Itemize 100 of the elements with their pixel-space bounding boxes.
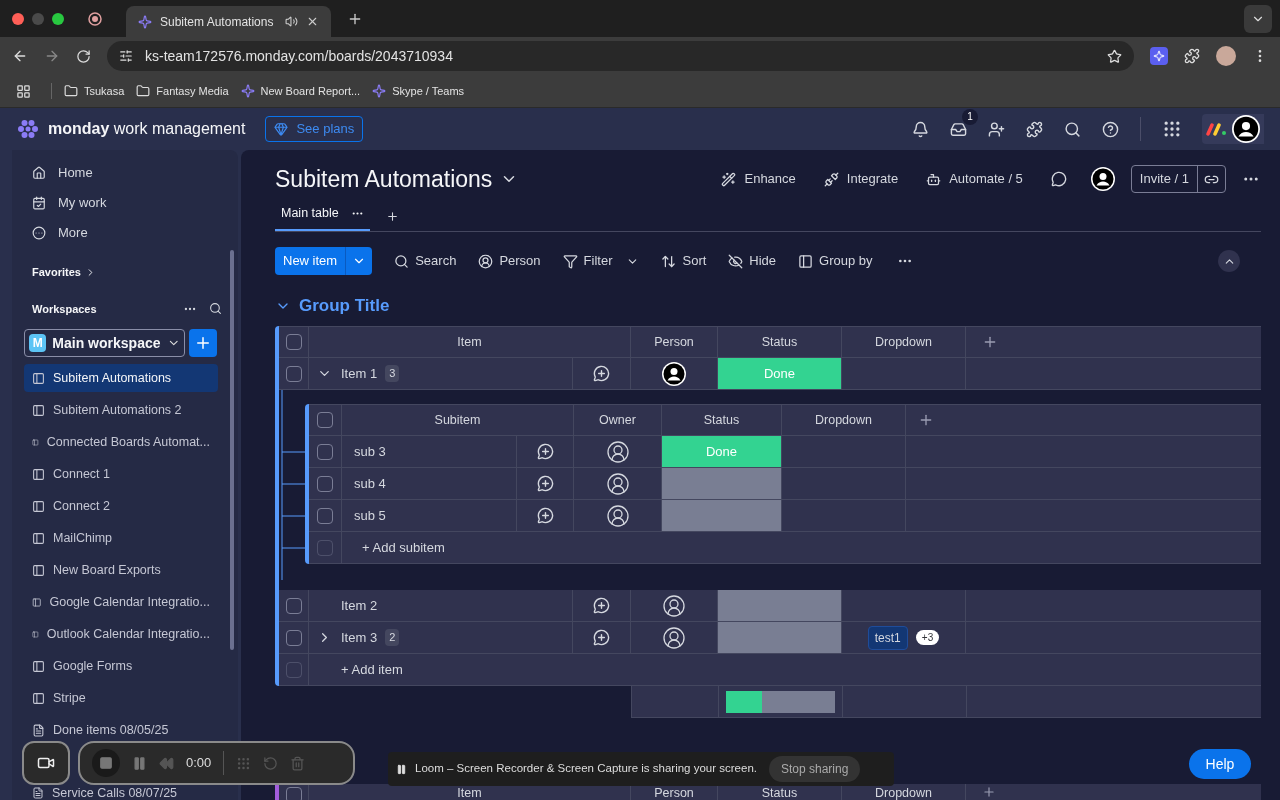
- add-update-icon[interactable]: [593, 629, 610, 646]
- dots-grid-icon[interactable]: [236, 755, 252, 771]
- toolbar-button[interactable]: Search: [394, 251, 457, 271]
- status-cell[interactable]: [718, 622, 841, 653]
- folder-icon[interactable]: [136, 84, 151, 98]
- add-update-icon[interactable]: [536, 475, 554, 492]
- add-update-icon[interactable]: [536, 507, 554, 524]
- tab-search-button[interactable]: [1244, 4, 1272, 33]
- subitem-name[interactable]: sub 3: [354, 441, 386, 462]
- favorites-header[interactable]: Favorites: [32, 264, 81, 281]
- view-tab[interactable]: Main table: [275, 204, 370, 231]
- row-checkbox[interactable]: [317, 443, 333, 460]
- board-item[interactable]: Connected Boards Automat...: [24, 428, 218, 456]
- add-subitem-field[interactable]: + Add subitem: [342, 532, 445, 563]
- add-update-icon[interactable]: [536, 443, 554, 460]
- person-icon[interactable]: [605, 503, 630, 528]
- nav-item[interactable]: More: [58, 223, 88, 243]
- board-item[interactable]: Subitem Automations: [24, 364, 218, 392]
- item-name[interactable]: Item 3: [341, 627, 378, 648]
- site-settings-icon[interactable]: [119, 49, 133, 63]
- board-item[interactable]: Service Calls 08/07/25: [52, 786, 178, 800]
- toolbar-button[interactable]: Person: [478, 251, 541, 271]
- comment-icon[interactable]: [1050, 171, 1067, 187]
- see-plans-button[interactable]: See plans: [265, 116, 364, 142]
- nav-item[interactable]: My work: [58, 193, 107, 213]
- close-window-icon[interactable]: [12, 12, 24, 25]
- row-checkbox[interactable]: [285, 787, 302, 800]
- extension-icon[interactable]: [1150, 47, 1168, 65]
- workspace-selector[interactable]: M Main workspace: [24, 329, 185, 357]
- person-icon[interactable]: [605, 471, 630, 496]
- row-checkbox[interactable]: [285, 629, 302, 646]
- status-cell[interactable]: [662, 500, 781, 531]
- add-column-icon[interactable]: [982, 334, 998, 350]
- board-item[interactable]: Subitem Automations 2: [24, 396, 218, 424]
- stop-recording-button[interactable]: [92, 749, 120, 777]
- nav-item[interactable]: Home: [58, 163, 93, 183]
- row-checkbox[interactable]: [285, 597, 302, 614]
- site-icon[interactable]: [372, 84, 387, 98]
- row-checkbox[interactable]: [317, 475, 333, 492]
- board-item[interactable]: Done items 08/05/25: [24, 716, 218, 744]
- group-title[interactable]: Group Title: [299, 293, 390, 319]
- board-item[interactable]: Outlook Calendar Integratio...: [24, 620, 218, 648]
- board-item[interactable]: MailChimp: [24, 524, 218, 552]
- status-cell[interactable]: [718, 590, 841, 621]
- notifications-icon[interactable]: [912, 120, 929, 138]
- header-action-button[interactable]: Automate / 5: [926, 169, 1023, 189]
- forward-icon[interactable]: [44, 48, 60, 64]
- inbox-icon[interactable]: [950, 120, 967, 138]
- row-checkbox[interactable]: [285, 334, 302, 350]
- add-view-icon[interactable]: [385, 210, 399, 223]
- board-title[interactable]: Subitem Automations: [275, 161, 493, 197]
- toolbar-button[interactable]: Filter: [562, 251, 640, 271]
- status-cell[interactable]: [662, 468, 781, 499]
- bookmark[interactable]: Tsukasa: [84, 82, 125, 100]
- board-item[interactable]: New Board Exports: [24, 556, 218, 584]
- row-checkbox[interactable]: [317, 507, 333, 524]
- person-icon[interactable]: [662, 625, 686, 650]
- add-column-icon[interactable]: [982, 785, 996, 799]
- help-icon[interactable]: [1102, 120, 1119, 138]
- more-tags-badge[interactable]: +3: [915, 630, 940, 645]
- camera-button[interactable]: [22, 741, 70, 785]
- bookmark[interactable]: Fantasy Media: [156, 82, 229, 100]
- bookmark[interactable]: New Board Report...: [260, 82, 361, 100]
- item-name[interactable]: Item 2: [341, 595, 378, 616]
- collapse-header-button[interactable]: [1218, 250, 1240, 272]
- apps-icon[interactable]: [16, 83, 31, 99]
- site-icon[interactable]: [240, 84, 255, 98]
- board-item[interactable]: Connect 2: [24, 492, 218, 520]
- dropdown-tag[interactable]: test1: [867, 625, 908, 650]
- subitem-name[interactable]: sub 4: [354, 473, 386, 494]
- address-bar[interactable]: ks-team172576.monday.com/boards/2043710934: [107, 41, 1134, 71]
- bookmark[interactable]: Skype / Teams: [392, 82, 465, 100]
- item-name[interactable]: Item 1: [341, 363, 378, 384]
- subitem-name[interactable]: sub 5: [354, 505, 386, 526]
- search-icon[interactable]: [209, 302, 222, 316]
- back-icon[interactable]: [12, 48, 28, 64]
- pause-icon[interactable]: [132, 755, 147, 771]
- invite-icon[interactable]: [988, 120, 1005, 138]
- maximize-window-icon[interactable]: [52, 12, 64, 25]
- row-checkbox[interactable]: [317, 412, 333, 428]
- help-button[interactable]: Help: [1189, 749, 1251, 779]
- board-item[interactable]: Google Forms: [24, 652, 218, 680]
- star-icon[interactable]: [1107, 48, 1122, 64]
- close-tab-icon[interactable]: [306, 15, 319, 28]
- add-item-field[interactable]: + Add item: [309, 654, 403, 685]
- puzzle-icon[interactable]: [1026, 120, 1043, 138]
- profile-avatar[interactable]: [1216, 46, 1236, 66]
- restart-icon[interactable]: [263, 755, 279, 771]
- add-column-icon[interactable]: [918, 412, 934, 428]
- toolbar-button[interactable]: Hide: [728, 251, 777, 271]
- header-action-button[interactable]: Integrate: [823, 169, 899, 189]
- browser-tab[interactable]: Subitem Automations: [126, 6, 331, 37]
- row-checkbox[interactable]: [285, 365, 302, 382]
- toolbar-button[interactable]: Sort: [661, 251, 707, 271]
- extensions-icon[interactable]: [1184, 48, 1200, 64]
- board-item[interactable]: Stripe: [24, 684, 218, 712]
- add-update-icon[interactable]: [593, 597, 610, 614]
- stop-sharing-button[interactable]: Stop sharing: [769, 756, 861, 782]
- add-update-icon[interactable]: [593, 365, 610, 382]
- toolbar-button[interactable]: Group by: [798, 251, 873, 271]
